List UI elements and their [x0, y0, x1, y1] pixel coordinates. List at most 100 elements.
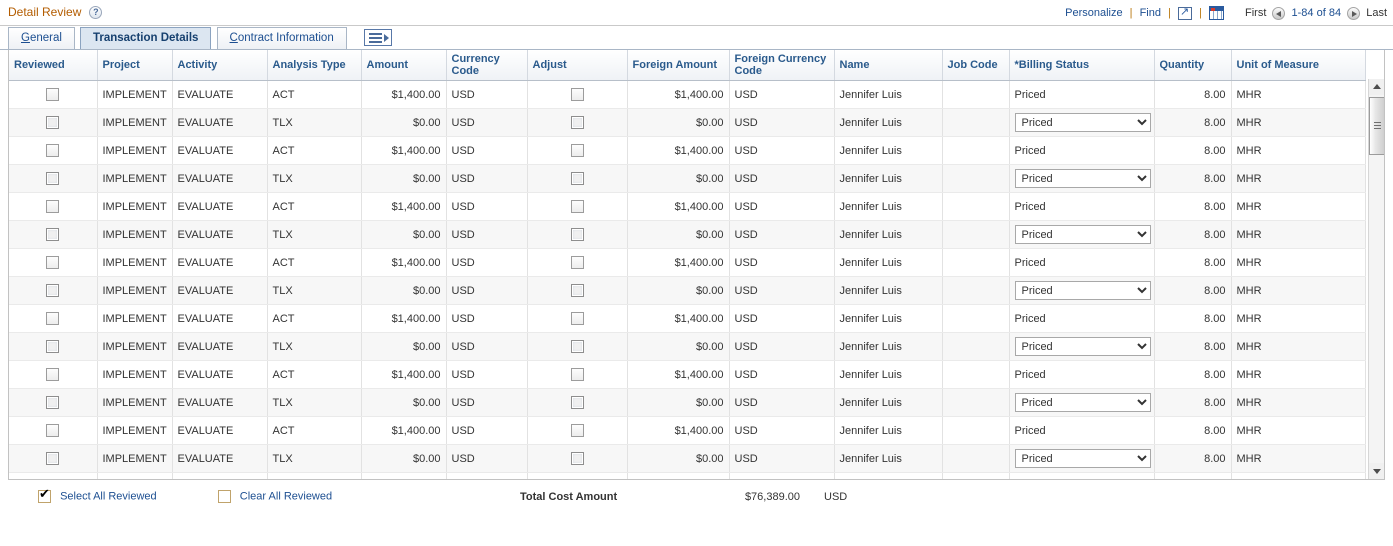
select-all-reviewed-label[interactable]: Select All Reviewed [60, 491, 157, 503]
col-activity[interactable]: Activity [172, 50, 268, 81]
cell-unit-of-measure: MHR [1231, 248, 1366, 277]
cell-name: Jennifer Luis [834, 332, 943, 361]
toolbar-separator: | [1199, 6, 1202, 19]
adjust-checkbox[interactable] [570, 172, 584, 185]
reviewed-checkbox[interactable] [46, 116, 60, 129]
adjust-checkbox[interactable] [570, 144, 584, 157]
new-window-icon[interactable] [1177, 5, 1192, 20]
reviewed-checkbox[interactable] [46, 312, 60, 325]
next-arrow-icon[interactable] [1347, 6, 1361, 20]
cell-foreign-currency-code: USD [729, 444, 835, 473]
cell-quantity: 8.00 [1154, 360, 1232, 389]
cell-reviewed [9, 80, 98, 109]
cell-adjust [527, 220, 628, 249]
clear-all-reviewed-label[interactable]: Clear All Reviewed [240, 491, 332, 503]
reviewed-checkbox[interactable] [46, 228, 60, 241]
col-job-code[interactable]: Job Code [942, 50, 1010, 81]
adjust-checkbox[interactable] [570, 256, 584, 269]
cell-foreign-amount: $0.00 [627, 108, 730, 137]
select-all-reviewed-control[interactable]: Select All Reviewed [38, 487, 157, 503]
row-range-label[interactable]: 1-84 of 84 [1292, 7, 1342, 19]
adjust-checkbox[interactable] [570, 284, 584, 297]
cell-foreign-currency-code: USD [729, 388, 835, 417]
table-row: IMPLEMENTEVALUATEACT$1,400.00USD$1,400.0… [9, 360, 1366, 389]
scroll-down-arrow-icon[interactable] [1369, 463, 1384, 479]
transaction-table: Reviewed Project Activity Analysis Type … [9, 50, 1366, 479]
col-project[interactable]: Project [97, 50, 173, 81]
reviewed-checkbox[interactable] [46, 396, 60, 409]
download-grid-icon[interactable] [1208, 6, 1224, 20]
reviewed-checkbox[interactable] [46, 200, 60, 213]
cell-foreign-amount: $0.00 [627, 276, 730, 305]
help-icon[interactable]: ? [89, 5, 103, 19]
cell-analysis-type: TLX [267, 388, 362, 417]
last-link[interactable]: Last [1366, 7, 1387, 19]
select-all-reviewed-checkbox[interactable] [38, 487, 51, 503]
cell-activity: EVALUATE [172, 248, 268, 277]
cell-unit-of-measure: MHR [1231, 388, 1366, 417]
cell-name: Jennifer Luis [834, 164, 943, 193]
col-unit-of-measure[interactable]: Unit of Measure [1231, 50, 1366, 81]
col-foreign-currency-code[interactable]: Foreign Currency Code [729, 50, 835, 81]
reviewed-checkbox[interactable] [46, 340, 60, 353]
personalize-link[interactable]: Personalize [1065, 7, 1122, 19]
col-adjust[interactable]: Adjust [527, 50, 628, 81]
billing-status-select[interactable]: Priced [1014, 225, 1151, 244]
adjust-checkbox[interactable] [570, 116, 584, 129]
reviewed-checkbox[interactable] [46, 424, 60, 437]
cell-unit-of-measure: MHR [1231, 416, 1366, 445]
adjust-checkbox[interactable] [570, 368, 584, 381]
col-amount[interactable]: Amount [361, 50, 447, 81]
prev-arrow-icon[interactable] [1272, 6, 1286, 20]
show-all-columns-icon[interactable] [363, 29, 392, 46]
clear-all-reviewed-control[interactable]: Clear All Reviewed [217, 490, 332, 503]
cell-adjust [527, 136, 628, 165]
col-currency-code[interactable]: Currency Code [446, 50, 528, 81]
cell-name: Jennifer Luis [834, 248, 943, 277]
cell-activity: EVALUATE [172, 136, 268, 165]
adjust-checkbox[interactable] [570, 228, 584, 241]
col-name[interactable]: Name [834, 50, 943, 81]
billing-status-select[interactable]: Priced [1014, 281, 1151, 300]
col-reviewed[interactable]: Reviewed [9, 50, 98, 81]
col-quantity[interactable]: Quantity [1154, 50, 1232, 81]
cell-adjust [527, 472, 628, 479]
first-link[interactable]: First [1245, 7, 1266, 19]
tab-general[interactable]: General [8, 27, 75, 49]
find-link[interactable]: Find [1140, 7, 1161, 19]
cell-billing-status: Priced [1009, 388, 1155, 417]
adjust-checkbox[interactable] [570, 200, 584, 213]
tab-contract-information[interactable]: Contract Information [216, 27, 347, 49]
tab-transaction-details[interactable]: Transaction Details [79, 27, 212, 49]
grid-toolbar: Personalize | Find | | First 1-84 of 84 … [1065, 5, 1387, 20]
billing-status-select[interactable]: Priced [1014, 393, 1151, 412]
adjust-checkbox[interactable] [570, 340, 584, 353]
col-foreign-amount[interactable]: Foreign Amount [627, 50, 730, 81]
clear-all-reviewed-checkbox[interactable] [217, 490, 231, 503]
billing-status-select[interactable]: Priced [1014, 449, 1151, 468]
col-analysis-type[interactable]: Analysis Type [267, 50, 362, 81]
reviewed-checkbox[interactable] [46, 144, 60, 157]
scrollbar-thumb[interactable] [1369, 97, 1384, 155]
billing-status-select[interactable]: Priced [1014, 337, 1151, 356]
adjust-checkbox[interactable] [570, 396, 584, 409]
cell-amount: $1,400.00 [361, 416, 447, 445]
adjust-checkbox[interactable] [570, 88, 584, 101]
reviewed-checkbox[interactable] [46, 256, 60, 269]
cell-project: IMPLEMENT [97, 444, 173, 473]
reviewed-checkbox[interactable] [46, 368, 60, 381]
cell-amount: $1,400.00 [361, 472, 447, 479]
adjust-checkbox[interactable] [570, 312, 584, 325]
grid-vertical-scrollbar[interactable] [1368, 79, 1384, 479]
adjust-checkbox[interactable] [570, 452, 584, 465]
reviewed-checkbox[interactable] [46, 172, 60, 185]
cell-currency-code: USD [446, 80, 528, 109]
scroll-up-arrow-icon[interactable] [1369, 79, 1384, 95]
billing-status-select[interactable]: Priced [1014, 113, 1151, 132]
col-billing-status[interactable]: *Billing Status [1009, 50, 1155, 81]
reviewed-checkbox[interactable] [46, 452, 60, 465]
billing-status-select[interactable]: Priced [1014, 169, 1151, 188]
adjust-checkbox[interactable] [570, 424, 584, 437]
reviewed-checkbox[interactable] [46, 88, 60, 101]
reviewed-checkbox[interactable] [46, 284, 60, 297]
